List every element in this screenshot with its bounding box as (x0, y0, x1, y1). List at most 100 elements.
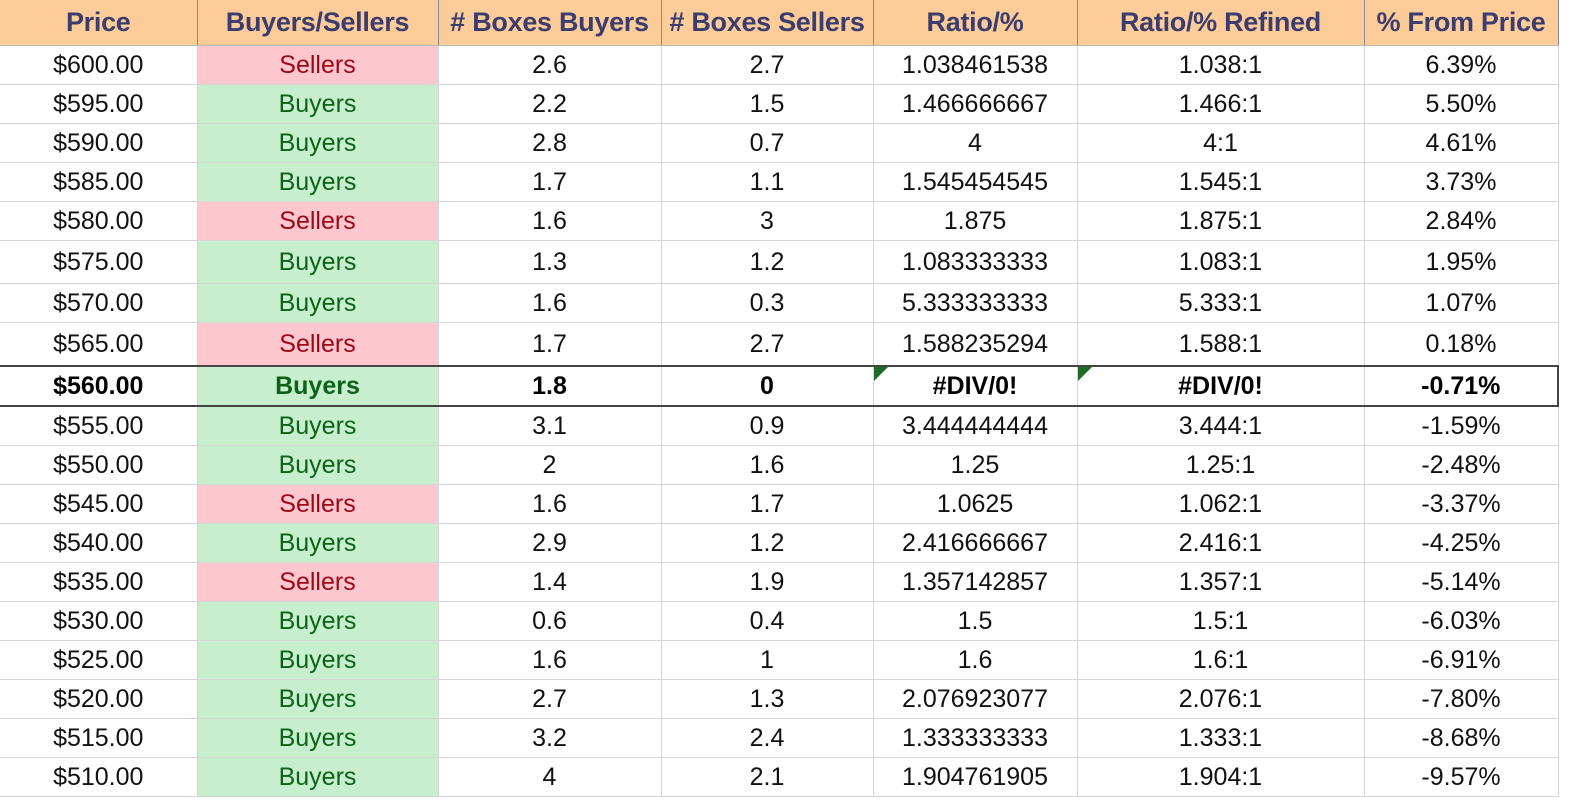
cell-price[interactable]: $595.00 (0, 84, 198, 124)
cell-ratio[interactable]: 1.904761905 (873, 757, 1078, 797)
cell-side[interactable]: Buyers (197, 718, 439, 758)
cell-price[interactable]: $565.00 (0, 322, 198, 367)
header-buyers-sellers[interactable]: Buyers/Sellers (196, 0, 439, 46)
cell-boxes-sellers[interactable]: 1.2 (661, 240, 874, 284)
cell-ratio[interactable]: 1.588235294 (873, 322, 1078, 367)
cell-price[interactable]: $570.00 (0, 283, 198, 323)
cell-percent-from-price[interactable]: 6.39% (1364, 45, 1559, 85)
header-ratio-refined[interactable]: Ratio/% Refined (1076, 0, 1365, 46)
cell-ratio-refined[interactable]: 1.357:1 (1077, 562, 1365, 602)
cell-side[interactable]: Buyers (197, 283, 439, 323)
cell-boxes-buyers[interactable]: 1.6 (438, 201, 662, 241)
cell-boxes-sellers[interactable]: 3 (661, 201, 874, 241)
cell-boxes-sellers[interactable]: 0.7 (661, 123, 874, 163)
cell-price[interactable]: $545.00 (0, 484, 198, 524)
cell-ratio-refined[interactable]: 1.904:1 (1077, 757, 1365, 797)
cell-boxes-sellers[interactable]: 0.4 (661, 601, 874, 641)
cell-ratio[interactable]: 1.875 (873, 201, 1078, 241)
cell-boxes-buyers[interactable]: 1.8 (438, 365, 662, 407)
cell-boxes-sellers[interactable]: 2.7 (661, 322, 874, 367)
cell-side[interactable]: Buyers (197, 757, 439, 797)
cell-side[interactable]: Buyers (197, 84, 439, 124)
cell-ratio-refined[interactable]: 1.5:1 (1077, 601, 1365, 641)
cell-side[interactable]: Buyers (197, 445, 439, 485)
cell-ratio-refined[interactable]: #DIV/0! (1077, 365, 1365, 407)
cell-percent-from-price[interactable]: 3.73% (1364, 162, 1559, 202)
cell-ratio[interactable]: 1.083333333 (873, 240, 1078, 284)
cell-ratio[interactable]: 1.466666667 (873, 84, 1078, 124)
cell-percent-from-price[interactable]: -1.59% (1364, 406, 1559, 446)
cell-boxes-buyers[interactable]: 1.7 (438, 162, 662, 202)
cell-side[interactable]: Buyers (197, 240, 439, 284)
cell-percent-from-price[interactable]: -3.37% (1364, 484, 1559, 524)
cell-boxes-buyers[interactable]: 1.6 (438, 484, 662, 524)
cell-side[interactable]: Sellers (197, 45, 439, 85)
cell-boxes-buyers[interactable]: 2.2 (438, 84, 662, 124)
cell-price[interactable]: $590.00 (0, 123, 198, 163)
cell-boxes-sellers[interactable]: 1.7 (661, 484, 874, 524)
cell-price[interactable]: $530.00 (0, 601, 198, 641)
cell-percent-from-price[interactable]: 0.18% (1364, 322, 1559, 367)
header-boxes-buyers[interactable]: # Boxes Buyers (437, 0, 662, 46)
cell-side[interactable]: Buyers (197, 523, 439, 563)
cell-side[interactable]: Buyers (197, 123, 439, 163)
cell-side[interactable]: Sellers (197, 322, 439, 367)
cell-ratio[interactable]: 1.038461538 (873, 45, 1078, 85)
cell-boxes-buyers[interactable]: 2.7 (438, 679, 662, 719)
cell-side[interactable]: Buyers (197, 406, 439, 446)
cell-ratio[interactable]: 4 (873, 123, 1078, 163)
cell-ratio[interactable]: 1.6 (873, 640, 1078, 680)
cell-percent-from-price[interactable]: 5.50% (1364, 84, 1559, 124)
cell-ratio[interactable]: 1.357142857 (873, 562, 1078, 602)
cell-percent-from-price[interactable]: -9.57% (1364, 757, 1559, 797)
cell-ratio-refined[interactable]: 1.466:1 (1077, 84, 1365, 124)
cell-percent-from-price[interactable]: 1.95% (1364, 240, 1559, 284)
header-ratio[interactable]: Ratio/% (872, 0, 1078, 46)
cell-boxes-sellers[interactable]: 2.1 (661, 757, 874, 797)
cell-side[interactable]: Sellers (197, 562, 439, 602)
cell-side[interactable]: Sellers (197, 201, 439, 241)
cell-ratio[interactable]: 1.545454545 (873, 162, 1078, 202)
cell-ratio-refined[interactable]: 1.083:1 (1077, 240, 1365, 284)
cell-percent-from-price[interactable]: -0.71% (1364, 365, 1559, 407)
cell-boxes-buyers[interactable]: 2.6 (438, 45, 662, 85)
cell-boxes-buyers[interactable]: 1.6 (438, 283, 662, 323)
cell-price[interactable]: $555.00 (0, 406, 198, 446)
cell-side[interactable]: Sellers (197, 484, 439, 524)
cell-boxes-sellers[interactable]: 1 (661, 640, 874, 680)
cell-ratio-refined[interactable]: 2.076:1 (1077, 679, 1365, 719)
cell-ratio-refined[interactable]: 1.588:1 (1077, 322, 1365, 367)
cell-boxes-sellers[interactable]: 1.6 (661, 445, 874, 485)
cell-ratio[interactable]: 1.5 (873, 601, 1078, 641)
cell-boxes-sellers[interactable]: 1.5 (661, 84, 874, 124)
cell-side[interactable]: Buyers (197, 162, 439, 202)
cell-percent-from-price[interactable]: -6.03% (1364, 601, 1559, 641)
cell-boxes-sellers[interactable]: 0 (661, 365, 874, 407)
cell-percent-from-price[interactable]: 4.61% (1364, 123, 1559, 163)
cell-percent-from-price[interactable]: -8.68% (1364, 718, 1559, 758)
cell-ratio[interactable]: 1.0625 (873, 484, 1078, 524)
cell-side[interactable]: Buyers (197, 679, 439, 719)
cell-ratio-refined[interactable]: 2.416:1 (1077, 523, 1365, 563)
cell-price[interactable]: $585.00 (0, 162, 198, 202)
cell-percent-from-price[interactable]: 2.84% (1364, 201, 1559, 241)
cell-price[interactable]: $535.00 (0, 562, 198, 602)
cell-price[interactable]: $560.00 (0, 365, 198, 407)
cell-price[interactable]: $525.00 (0, 640, 198, 680)
cell-boxes-buyers[interactable]: 4 (438, 757, 662, 797)
cell-boxes-sellers[interactable]: 2.4 (661, 718, 874, 758)
cell-boxes-sellers[interactable]: 0.9 (661, 406, 874, 446)
cell-boxes-buyers[interactable]: 1.4 (438, 562, 662, 602)
cell-ratio-refined[interactable]: 1.062:1 (1077, 484, 1365, 524)
header-percent-from-price[interactable]: % From Price (1363, 0, 1559, 46)
cell-percent-from-price[interactable]: -2.48% (1364, 445, 1559, 485)
cell-side[interactable]: Buyers (197, 365, 439, 407)
cell-percent-from-price[interactable]: -7.80% (1364, 679, 1559, 719)
cell-ratio[interactable]: 2.416666667 (873, 523, 1078, 563)
cell-price[interactable]: $540.00 (0, 523, 198, 563)
header-boxes-sellers[interactable]: # Boxes Sellers (660, 0, 874, 46)
cell-ratio[interactable]: 3.444444444 (873, 406, 1078, 446)
cell-boxes-sellers[interactable]: 1.3 (661, 679, 874, 719)
cell-percent-from-price[interactable]: 1.07% (1364, 283, 1559, 323)
header-price[interactable]: Price (0, 0, 198, 46)
